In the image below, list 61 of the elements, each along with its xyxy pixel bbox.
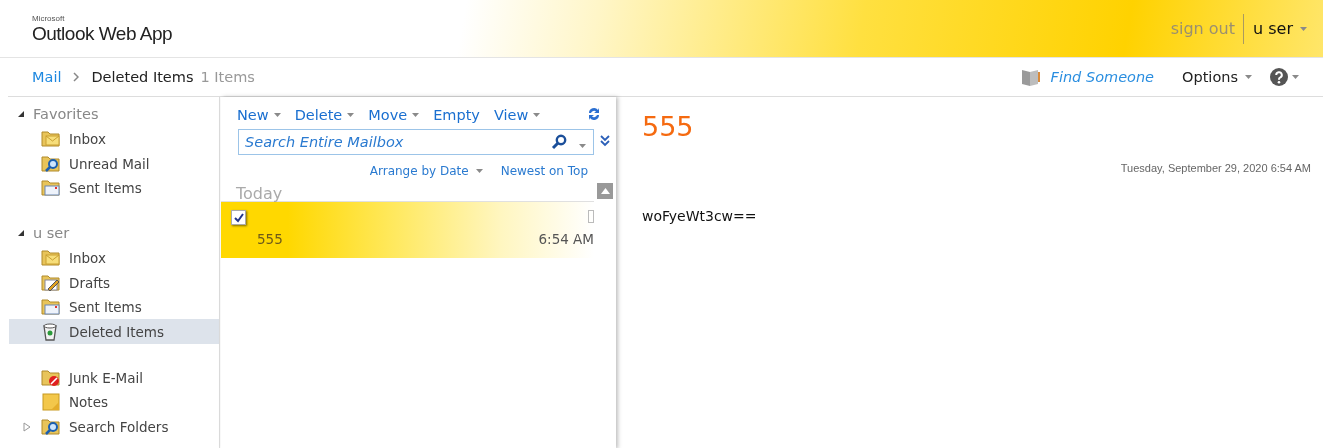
folder-item[interactable]: Drafts	[9, 270, 219, 295]
scroll-up-button[interactable]	[597, 183, 613, 199]
sort-order-button[interactable]: Newest on Top	[500, 164, 588, 178]
help-icon	[1270, 68, 1288, 86]
blocked-folder-icon	[41, 367, 61, 388]
folder-item[interactable]: Deleted Items	[9, 319, 219, 344]
group-header: Today	[235, 183, 284, 201]
toolbar-button[interactable]: Empty	[433, 107, 480, 123]
caret-icon	[475, 169, 483, 173]
caret-icon	[1245, 75, 1252, 79]
section-header[interactable]: Favorites	[33, 106, 99, 122]
envelope-folder-icon	[41, 129, 61, 150]
note-icon	[41, 392, 61, 413]
help-menu[interactable]	[1270, 68, 1299, 86]
caret-icon	[1300, 26, 1307, 31]
caret-icon	[1292, 75, 1299, 79]
message-body: woFyeWt3cw==	[642, 208, 758, 224]
envelope-folder-icon	[41, 297, 61, 318]
folder-item[interactable]: Search Folders	[9, 414, 219, 439]
message-subject-heading: 555	[642, 111, 695, 142]
chevron-icon	[73, 72, 80, 82]
checkmark-icon	[233, 212, 244, 223]
menu-button[interactable]: Move	[368, 107, 420, 123]
folder-item[interactable]: Inbox	[9, 246, 219, 271]
brand-small-text: Microsoft	[32, 14, 66, 23]
arrange-menu[interactable]: Arrange by Date	[369, 164, 483, 178]
section-header[interactable]: u ser	[33, 225, 70, 242]
folder-item[interactable]: Inbox	[9, 127, 219, 152]
pencil-folder-icon	[41, 272, 61, 293]
flag-placeholder-icon	[588, 210, 594, 223]
menu-button[interactable]: View	[493, 107, 541, 123]
up-triangle-icon	[600, 188, 610, 194]
message-date: Tuesday, September 29, 2020 6:54 AM	[1119, 162, 1311, 174]
menu-button[interactable]: New	[237, 107, 281, 123]
double-chevron-icon	[600, 134, 610, 147]
breadcrumb-link[interactable]: Mail	[32, 69, 62, 85]
search-field[interactable]: Search Entire Mailbox	[238, 129, 594, 155]
search-icon	[551, 134, 567, 150]
user-menu[interactable]: u ser	[1244, 19, 1307, 38]
magnifier-folder-icon	[41, 416, 61, 437]
find-someone-link[interactable]: Find Someone	[1020, 68, 1155, 86]
app-logo-text: Outlook Web App	[32, 23, 173, 43]
refresh-icon	[586, 105, 602, 122]
folder-item[interactable]: Sent Items	[9, 175, 219, 201]
message-subject: 555	[257, 231, 283, 247]
folder-item[interactable]: Junk E-Mail	[9, 365, 219, 391]
folder-item[interactable]: Unread Mail	[9, 151, 219, 176]
menu-button[interactable]: Delete	[294, 107, 355, 123]
caret-icon	[579, 144, 586, 148]
envelope-folder-icon	[41, 248, 61, 269]
message-time: 6:54 AM	[538, 231, 594, 247]
folder-item[interactable]: Notes	[9, 390, 219, 415]
folder-item[interactable]: Sent Items	[9, 294, 219, 320]
magnifier-folder-icon	[41, 153, 61, 174]
checkbox[interactable]	[231, 210, 246, 225]
address-book-icon	[1020, 68, 1041, 86]
options-menu[interactable]: Options	[1182, 69, 1252, 85]
message-row[interactable]: 555 6:54 AM	[221, 201, 594, 258]
folder-title: Deleted Items	[91, 69, 194, 85]
envelope-folder-icon	[41, 177, 61, 198]
item-count: 1 Items	[200, 69, 255, 85]
